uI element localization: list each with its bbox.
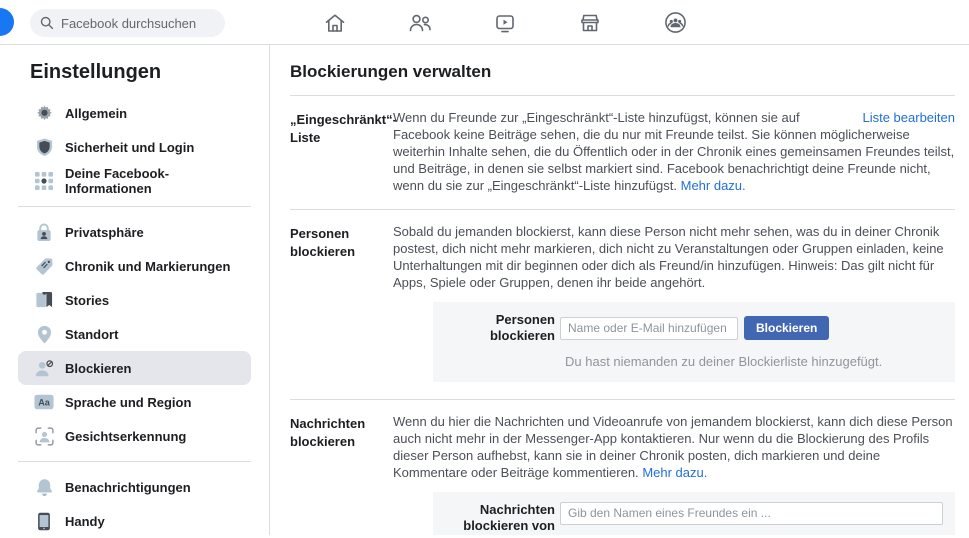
sidebar-item-label: Stories	[65, 292, 110, 308]
sidebar-item-label: Blockieren	[65, 360, 132, 376]
sidebar-item-label: Deine Facebook-Informationen	[65, 166, 170, 196]
more-info-link[interactable]: Mehr dazu.	[642, 465, 707, 480]
gear-icon	[34, 103, 54, 123]
block-messages-box: Nachrichten blockieren von	[433, 491, 955, 535]
sidebar-item-allgemein[interactable]: Allgemein	[18, 96, 251, 130]
sidebar-divider	[18, 206, 251, 207]
friends-icon[interactable]	[385, 0, 455, 45]
person-block-icon	[34, 358, 54, 378]
edit-list-link[interactable]: Liste bearbeiten	[862, 110, 955, 127]
shield-icon	[34, 137, 54, 157]
block-users-form-label: Personen blockieren	[489, 312, 555, 344]
sidebar-item-label: Sprache und Region	[65, 394, 192, 410]
home-icon[interactable]	[300, 0, 370, 45]
stories-icon	[34, 290, 54, 310]
more-info-link[interactable]: Mehr dazu.	[681, 178, 746, 193]
section-body: Sobald du jemanden blockierst, kann dies…	[393, 224, 955, 384]
sidebar-item-label: Standort	[65, 326, 119, 342]
sidebar-item-sprache-und-region[interactable]: Aa Sprache und Region	[18, 385, 251, 419]
sidebar-divider	[18, 461, 251, 462]
nav-icons	[300, 0, 710, 45]
sidebar-item-label: Handy	[65, 513, 105, 529]
language-icon: Aa	[34, 392, 54, 412]
settings-sidebar: Einstellungen Allgemein Sicherheit und L…	[0, 45, 270, 535]
sidebar-item-label: Sicherheit und Login	[65, 139, 195, 155]
block-list-empty-note: Du hast niemanden zu deiner Blockierlist…	[565, 353, 883, 369]
search-input[interactable]: Facebook durchsuchen	[30, 9, 225, 37]
sidebar-item-benachrichtigungen[interactable]: Benachrichtigungen	[18, 470, 251, 504]
section-label: Nachrichten blockieren	[290, 416, 366, 449]
section-block-users: Personen blockieren Sobald du jemanden b…	[290, 210, 955, 401]
sidebar-item-chronik-und-markierungen[interactable]: Chronik und Markierungen	[18, 249, 251, 283]
sidebar-title: Einstellungen	[30, 61, 162, 83]
sidebar-item-privatsphaere[interactable]: Privatsphäre	[18, 215, 251, 249]
facebook-logo[interactable]	[0, 8, 14, 36]
sidebar-item-blockieren[interactable]: Blockieren	[18, 351, 251, 385]
section-description: Sobald du jemanden blockierst, kann dies…	[393, 224, 944, 291]
lock-person-icon	[34, 222, 54, 242]
sidebar-item-label: Privatsphäre	[65, 224, 144, 240]
sidebar-item-sicherheit-und-login[interactable]: Sicherheit und Login	[18, 130, 251, 164]
section-label: Personen blockieren	[290, 226, 356, 259]
block-messages-form-label: Nachrichten blockieren von	[463, 501, 555, 534]
block-user-input[interactable]	[560, 316, 738, 340]
sidebar-item-standort[interactable]: Standort	[18, 317, 251, 351]
sidebar-item-handy[interactable]: Handy	[18, 504, 251, 538]
marketplace-icon[interactable]	[555, 0, 625, 45]
block-button[interactable]: Blockieren	[744, 316, 830, 341]
face-recognition-icon	[34, 426, 54, 446]
page-title: Blockierungen verwalten	[290, 62, 492, 81]
sidebar-item-facebook-informationen[interactable]: Deine Facebook-Informationen	[18, 164, 251, 198]
search-placeholder: Facebook durchsuchen	[61, 15, 197, 31]
block-users-box: Personen blockieren Blockieren Du hast n…	[433, 302, 955, 383]
sidebar-item-label: Chronik und Markierungen	[65, 258, 231, 274]
section-label: „Eingeschränkt“-Liste	[290, 112, 397, 145]
sidebar-item-stories[interactable]: Stories	[18, 283, 251, 317]
sidebar-item-label: Benachrichtigungen	[65, 479, 191, 495]
phone-icon	[34, 511, 54, 531]
watch-icon[interactable]	[470, 0, 540, 45]
block-messages-input[interactable]	[560, 501, 943, 525]
section-body: Wenn du hier die Nachrichten und Videoan…	[393, 414, 955, 535]
section-restricted-list: „Eingeschränkt“-Liste Liste bearbeiten W…	[290, 96, 955, 211]
top-navigation-bar: Facebook durchsuchen	[0, 0, 969, 45]
sidebar-item-gesichtserkennung[interactable]: Gesichtserkennung	[18, 419, 251, 453]
tag-icon	[34, 256, 54, 276]
location-pin-icon	[34, 324, 54, 344]
sidebar-item-label: Allgemein	[65, 105, 128, 121]
sidebar-item-label: Gesichtserkennung	[65, 428, 187, 444]
groups-icon[interactable]	[640, 0, 710, 45]
bell-icon	[34, 477, 54, 497]
svg-text:Aa: Aa	[38, 397, 51, 407]
section-block-messages: Nachrichten blockieren Wenn du hier die …	[290, 400, 955, 535]
section-body: Liste bearbeiten Wenn du Freunde zur „Ei…	[393, 110, 955, 194]
grid-icon	[34, 171, 54, 191]
search-icon	[40, 16, 54, 30]
manage-blocking-panel: Blockierungen verwalten „Eingeschränkt“-…	[270, 45, 969, 535]
